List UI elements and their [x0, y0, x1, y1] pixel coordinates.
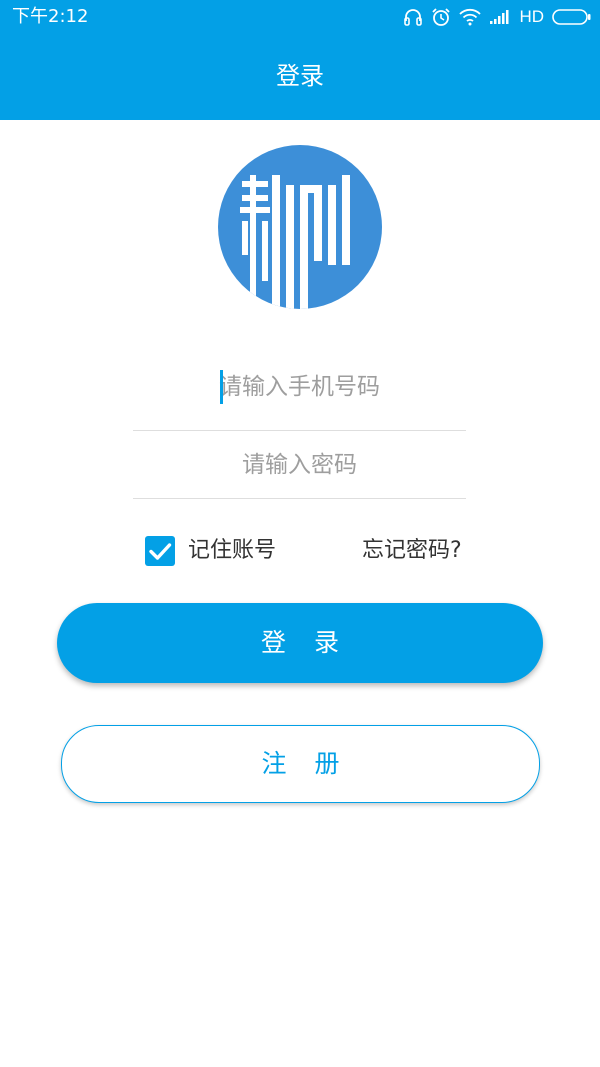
status-icons: HD [403, 6, 592, 28]
register-button[interactable]: 注册 [61, 725, 540, 803]
login-screen: 下午2:12 HD 登录 请输入手机号码 请输入密码 记住账号 忘记密码? 登录… [0, 0, 600, 1067]
remember-account-label[interactable]: 记住账号 [188, 534, 276, 568]
page-title: 登录 [276, 62, 324, 90]
text-caret [220, 370, 223, 404]
password-placeholder: 请输入密码 [242, 452, 357, 478]
wifi-icon [459, 8, 482, 26]
login-button[interactable]: 登录 [57, 603, 543, 683]
password-input[interactable]: 请输入密码 [133, 440, 466, 499]
forgot-password-link[interactable]: 忘记密码? [362, 534, 462, 568]
phone-input[interactable]: 请输入手机号码 [133, 360, 466, 431]
remember-account-checkbox[interactable] [145, 536, 175, 566]
app-logo-icon [218, 145, 382, 309]
battery-icon [552, 8, 592, 26]
header-bar: 下午2:12 HD 登录 [0, 0, 600, 120]
alarm-icon [431, 7, 451, 27]
headset-icon [403, 8, 423, 26]
signal-icon [489, 9, 511, 25]
status-bar: 下午2:12 HD [0, 0, 600, 34]
checkmark-icon [149, 543, 172, 560]
network-type: HD [519, 7, 544, 26]
status-time: 下午2:12 [12, 6, 89, 27]
phone-placeholder: 请输入手机号码 [219, 374, 380, 400]
